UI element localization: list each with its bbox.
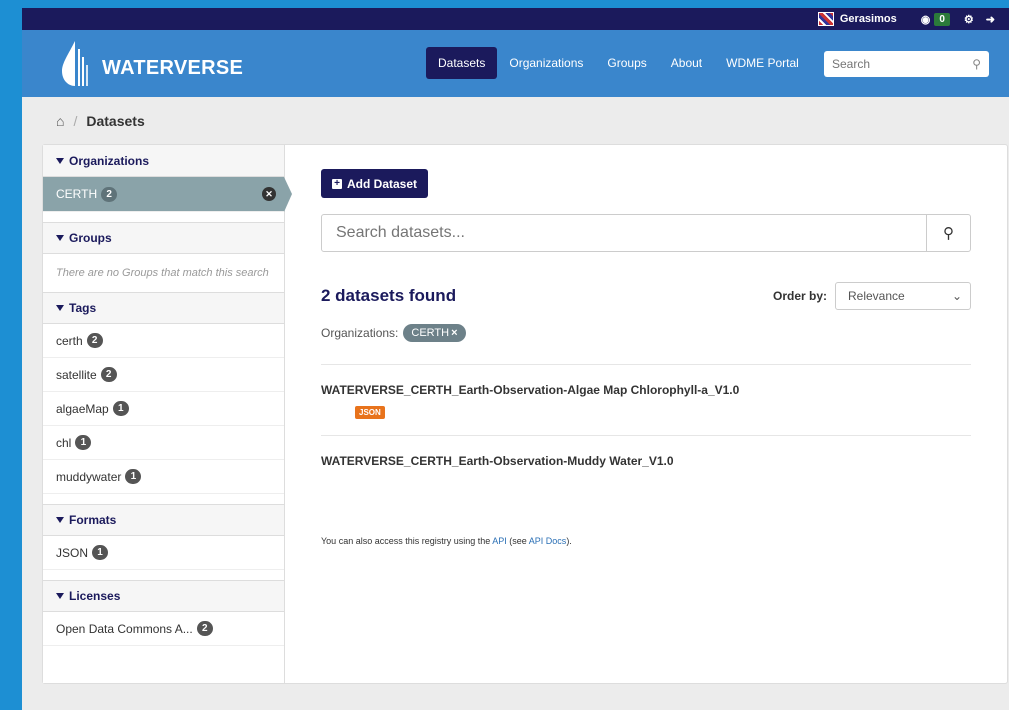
- api-link[interactable]: API: [492, 536, 507, 546]
- facet-item-tag[interactable]: certh 2: [43, 324, 284, 358]
- filter-icon: [56, 593, 64, 599]
- account-bar: Gerasimos ◉ 0 ⚙ ➜: [22, 8, 1009, 30]
- filter-pill-certh[interactable]: CERTH ×: [403, 324, 466, 342]
- page: Gerasimos ◉ 0 ⚙ ➜ WATERVERSE Datasets Or…: [22, 8, 1009, 710]
- add-dataset-button[interactable]: + Add Dataset: [321, 169, 429, 198]
- facet-count: 1: [125, 469, 142, 484]
- dataset-search: ⚲: [321, 214, 971, 252]
- search-icon: ⚲: [943, 225, 954, 242]
- dataset-item: WATERVERSE_CERTH_Earth-Observation-Algae…: [321, 365, 971, 436]
- search-button[interactable]: ⚲: [926, 215, 970, 251]
- dashboard-icon[interactable]: ◉: [921, 13, 931, 26]
- api-note: You can also access this registry using …: [321, 536, 572, 546]
- content-wrapper: Organizations CERTH 2 ✕ Groups There are…: [42, 144, 1008, 684]
- dataset-search-input[interactable]: [322, 215, 926, 251]
- search-icon[interactable]: ⚲: [972, 57, 981, 71]
- facet-heading-groups: Groups: [43, 222, 284, 254]
- account-username[interactable]: Gerasimos: [840, 13, 897, 25]
- order-by-label: Order by:: [772, 289, 827, 303]
- filter-icon: [56, 235, 64, 241]
- nav-about[interactable]: About: [659, 47, 714, 79]
- filter-label: Organizations:: [321, 326, 399, 340]
- facet-heading-tags: Tags: [43, 292, 284, 324]
- filter-icon: [56, 305, 64, 311]
- facet-count: 2: [100, 367, 117, 382]
- chevron-down-icon: ⌄: [951, 289, 962, 303]
- format-badge[interactable]: JSON: [355, 406, 385, 419]
- masthead: WATERVERSE Datasets Organizations Groups…: [22, 30, 1009, 97]
- facet-count: 2: [86, 333, 103, 348]
- results-count: 2 datasets found: [321, 286, 457, 305]
- facet-item-tag[interactable]: muddywater 1: [43, 460, 284, 494]
- facet-item-tag[interactable]: algaeMap 1: [43, 392, 284, 426]
- facet-count: 2: [101, 186, 118, 202]
- order-by: Order by: Relevance ⌄: [773, 282, 971, 310]
- remove-filter-icon[interactable]: ×: [451, 327, 457, 339]
- filter-icon: [56, 157, 64, 164]
- api-docs-link[interactable]: API Docs: [529, 536, 567, 546]
- dataset-title-link[interactable]: WATERVERSE_CERTH_Earth-Observation-Muddy…: [321, 454, 971, 468]
- main-nav: Datasets Organizations Groups About WDME…: [426, 47, 811, 79]
- plus-icon: +: [332, 178, 342, 189]
- facet-heading-licenses: Licenses: [43, 580, 284, 612]
- dashboard-count-badge[interactable]: 0: [934, 12, 950, 26]
- user-avatar[interactable]: [817, 12, 834, 26]
- nav-wdme-portal[interactable]: WDME Portal: [714, 47, 811, 79]
- dataset-title-link[interactable]: WATERVERSE_CERTH_Earth-Observation-Algae…: [321, 383, 971, 397]
- groups-empty-message: There are no Groups that match this sear…: [56, 267, 269, 279]
- nav-organizations[interactable]: Organizations: [497, 47, 595, 79]
- facet-item-tag[interactable]: chl 1: [43, 426, 284, 460]
- facet-count: 1: [92, 545, 109, 560]
- logo[interactable]: WATERVERSE: [60, 39, 243, 89]
- nav-datasets[interactable]: Datasets: [426, 47, 498, 79]
- results-header: 2 datasets found Order by: Relevance ⌄: [321, 282, 971, 310]
- dataset-item: WATERVERSE_CERTH_Earth-Observation-Muddy…: [321, 436, 971, 486]
- facet-item-certh-org[interactable]: CERTH 2 ✕: [43, 177, 292, 212]
- active-filters: Organizations: CERTH ×: [321, 324, 971, 342]
- gear-icon[interactable]: ⚙: [964, 13, 974, 26]
- logo-text: WATERVERSE: [102, 57, 244, 79]
- facet-count: 1: [75, 435, 92, 450]
- home-icon[interactable]: ⌂: [56, 113, 64, 129]
- facet-heading-formats: Formats: [43, 504, 284, 536]
- logout-icon[interactable]: ➜: [986, 13, 995, 26]
- breadcrumb: ⌂ / Datasets: [22, 97, 1009, 145]
- primary-content: + Add Dataset ⚲ 2 datasets found Order b…: [321, 169, 971, 546]
- breadcrumb-separator: /: [73, 113, 78, 129]
- facet-item-format[interactable]: JSON 1: [43, 536, 284, 570]
- water-drop-icon: [60, 39, 96, 89]
- nav-groups[interactable]: Groups: [595, 47, 658, 79]
- filter-icon: [56, 517, 64, 523]
- breadcrumb-current[interactable]: Datasets: [86, 113, 144, 129]
- header-search-input[interactable]: [832, 57, 973, 71]
- facet-heading-organizations: Organizations: [43, 145, 284, 177]
- header-search: ⚲: [824, 51, 989, 77]
- facet-count: 2: [196, 621, 213, 636]
- facet-sidebar: Organizations CERTH 2 ✕ Groups There are…: [43, 145, 292, 683]
- order-by-select[interactable]: Relevance ⌄: [835, 282, 971, 310]
- facet-item-license[interactable]: Open Data Commons A... 2: [43, 612, 284, 646]
- remove-filter-icon[interactable]: ✕: [262, 187, 276, 201]
- facet-item-tag[interactable]: satellite 2: [43, 358, 284, 392]
- facet-count: 1: [112, 401, 129, 416]
